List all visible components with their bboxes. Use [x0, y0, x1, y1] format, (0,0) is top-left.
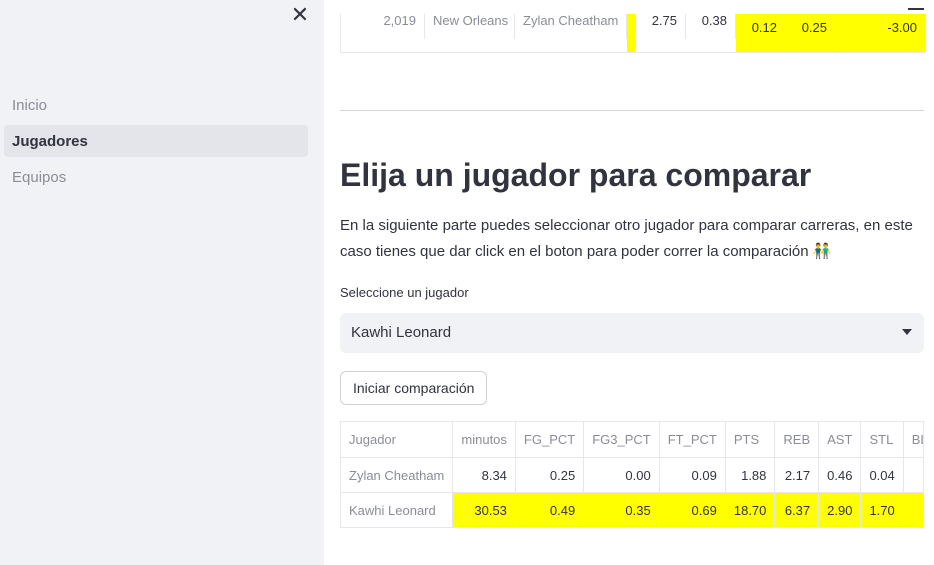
sidebar-item-equipos[interactable]: Equipos [4, 161, 308, 193]
table-cell: 0.35 [583, 492, 660, 527]
player-select-label: Seleccione un jugador [340, 285, 469, 300]
table-cell: 2.75 [636, 14, 686, 39]
main-content: 2,019 New Orleans Zylan Cheatham 2.75 0.… [324, 0, 934, 565]
table-cell: 2.17 [774, 457, 820, 493]
table-cell: 18.70 [725, 492, 776, 527]
sidebar-item-inicio[interactable]: Inicio [4, 89, 308, 121]
sidebar-item-jugadores[interactable]: Jugadores [4, 125, 308, 157]
table-cell: Kawhi Leonard [341, 492, 454, 527]
table-cell: 0.00 [583, 457, 660, 493]
column-header[interactable]: FG_PCT [515, 422, 585, 458]
sidebar-nav: Inicio Jugadores Equipos [4, 89, 308, 197]
player-select-value: Kawhi Leonard [351, 324, 452, 341]
table-cell: 6.37 [774, 492, 820, 527]
table-cell: 0.25 [786, 14, 836, 52]
table-cell: 0.69 [659, 492, 726, 527]
table-cell: 0.25 [515, 457, 585, 493]
table-cell: 2,019 [341, 14, 425, 39]
chevron-down-icon [902, 329, 912, 335]
start-comparison-button[interactable]: Iniciar comparación [340, 371, 488, 405]
sidebar: ✕ Inicio Jugadores Equipos [0, 0, 324, 565]
column-header[interactable]: Jugador [341, 422, 454, 458]
table-cell: -3.00 [836, 14, 925, 52]
table-cell: 0.46 [818, 457, 862, 493]
table-cell: 0.38 [686, 14, 736, 39]
table-cell [903, 492, 923, 527]
table-cell: 0.09 [659, 457, 726, 493]
previous-data-table[interactable]: 2,019 New Orleans Zylan Cheatham 2.75 0.… [340, 14, 926, 53]
table-cell-highlight [627, 14, 636, 52]
table-cell: Zylan Cheatham [341, 457, 454, 493]
table-cell: Zylan Cheatham [515, 14, 627, 39]
table-cell: 8.34 [452, 457, 516, 493]
sidebar-item-label: Inicio [12, 96, 48, 114]
close-sidebar-button[interactable]: ✕ [288, 2, 312, 27]
column-header[interactable]: FT_PCT [659, 422, 726, 458]
column-header[interactable]: PTS [725, 422, 776, 458]
comparison-table[interactable]: Jugador minutos FG_PCT FG3_PCT FT_PCT PT… [340, 421, 924, 528]
page-title: Elija un jugador para comparar [340, 157, 812, 193]
description-text: En la siguiente parte puedes seleccionar… [340, 217, 913, 260]
close-icon: ✕ [290, 2, 310, 27]
column-header[interactable]: STL [860, 422, 904, 458]
table-cell: 0.12 [736, 14, 786, 52]
sidebar-item-label: Jugadores [12, 132, 88, 150]
table-row: Zylan Cheatham 8.34 0.25 0.00 0.09 1.88 … [341, 457, 923, 493]
column-header[interactable]: minutos [452, 422, 516, 458]
table-cell: New Orleans [425, 14, 515, 39]
column-header[interactable]: AST [818, 422, 862, 458]
sidebar-item-label: Equipos [12, 168, 67, 186]
divider [340, 110, 924, 111]
table-cell: 30.53 [452, 492, 516, 527]
table-cell: 1.88 [725, 457, 776, 493]
player-select[interactable]: Kawhi Leonard [340, 313, 924, 353]
table-cell: 0.04 [860, 457, 904, 493]
comparison-table-grid: Jugador minutos FG_PCT FG3_PCT FT_PCT PT… [341, 422, 923, 527]
column-header[interactable]: BLK [903, 422, 923, 458]
table-header-row: Jugador minutos FG_PCT FG3_PCT FT_PCT PT… [341, 422, 923, 458]
table-cell: 2.90 [818, 492, 862, 527]
table-cell [903, 457, 923, 493]
table-cell: 1.70 [860, 492, 904, 527]
table-row: Kawhi Leonard 30.53 0.49 0.35 0.69 18.70… [341, 492, 923, 527]
table-cell: 0.49 [515, 492, 585, 527]
column-header[interactable]: FG3_PCT [583, 422, 660, 458]
column-header[interactable]: REB [774, 422, 820, 458]
